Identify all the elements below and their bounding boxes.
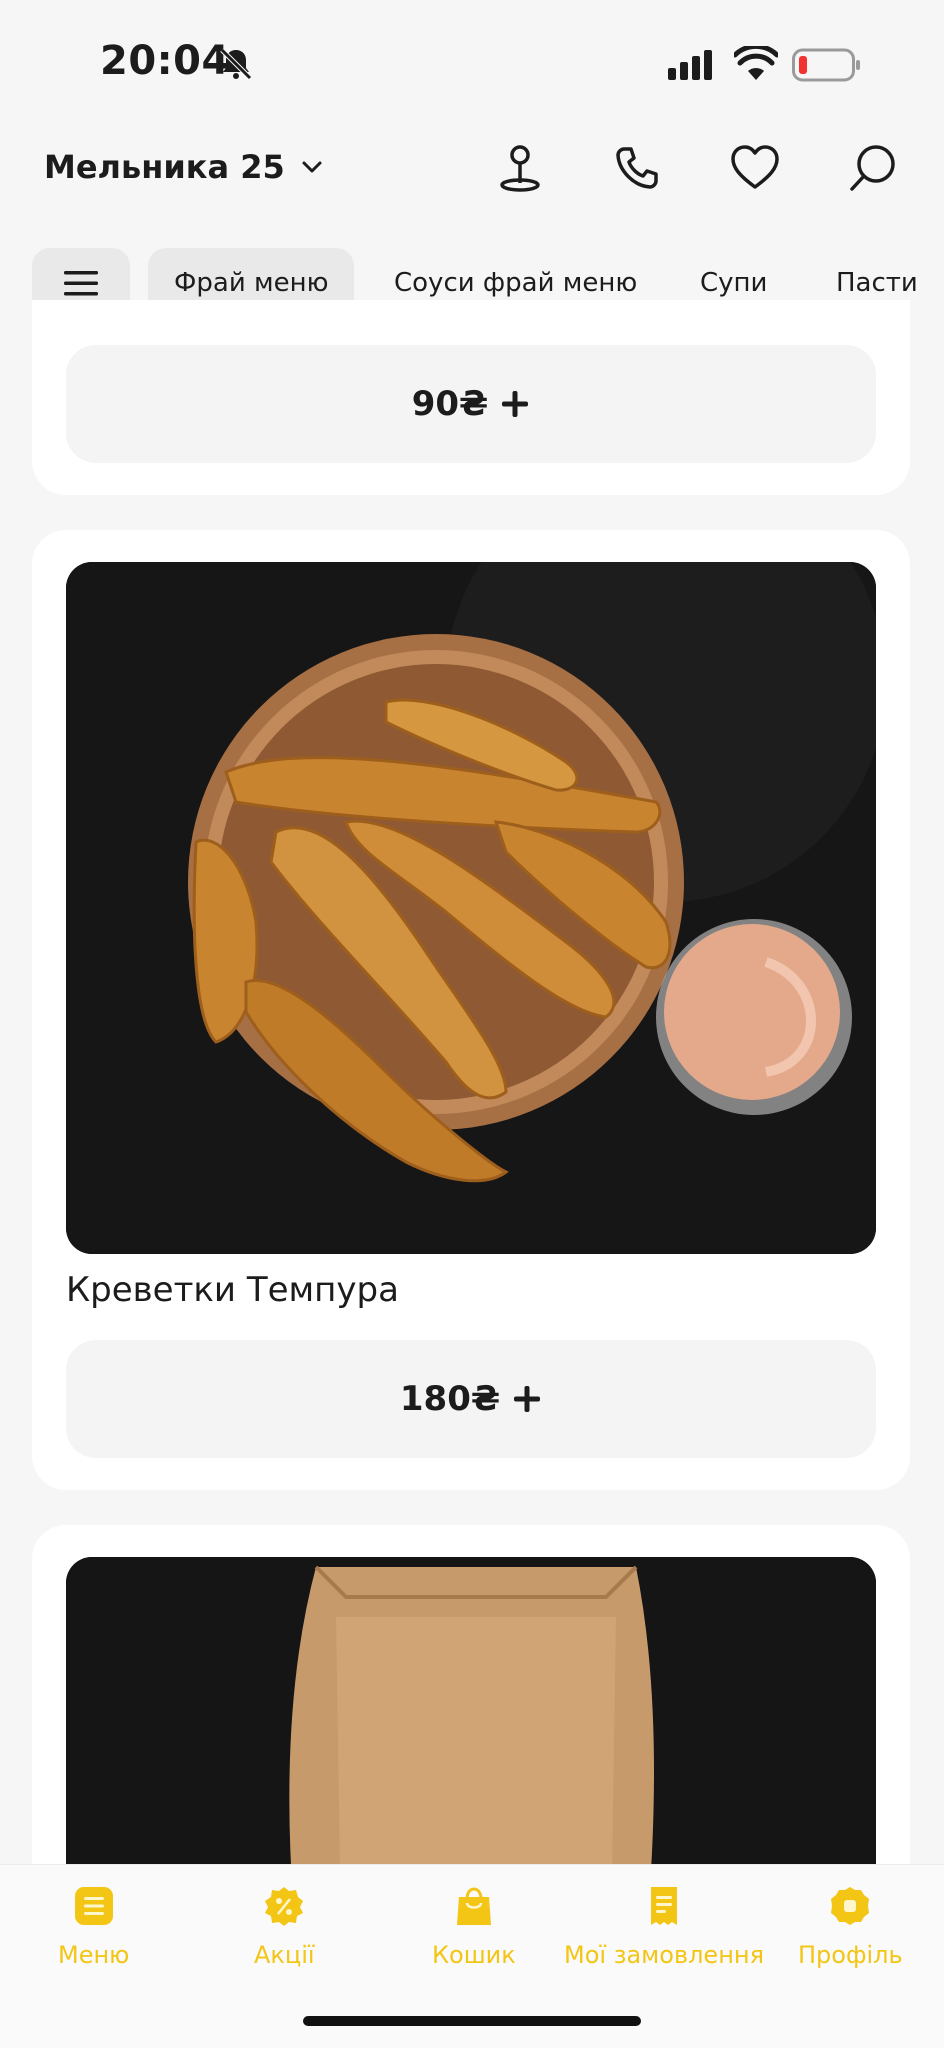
nav-promotions[interactable]: Акції (254, 1885, 315, 1969)
plus-icon (502, 391, 529, 417)
product-name: Креветки Темпура (66, 1270, 399, 1310)
status-bar: 20:04 (0, 0, 944, 120)
search-button[interactable] (843, 138, 903, 198)
nav-profile[interactable]: Профіль (798, 1885, 903, 1969)
cellular-signal-icon (668, 50, 712, 80)
nav-promotions-label: Акції (254, 1941, 315, 1969)
location-pin-button[interactable] (490, 138, 550, 198)
nav-orders-label: Мої замовлення (564, 1941, 765, 1969)
search-icon (850, 145, 895, 191)
home-indicator (303, 2016, 641, 2026)
product-photo (66, 562, 876, 1254)
chevron-down-icon (302, 161, 322, 173)
nav-menu[interactable]: Меню (58, 1885, 129, 1969)
add-to-cart-button[interactable]: 180₴ (66, 1340, 876, 1458)
discount-badge-icon (265, 1887, 304, 1926)
bell-muted-icon (220, 48, 252, 80)
nav-menu-label: Меню (58, 1941, 130, 1969)
product-card[interactable]: Креветки Темпура 180₴ (32, 530, 910, 1490)
nav-cart-label: Кошик (432, 1941, 516, 1969)
wifi-icon (734, 46, 778, 80)
app-header: Мельника 25 (0, 120, 944, 230)
hamburger-icon (64, 271, 98, 296)
address-label: Мельника 25 (44, 148, 285, 186)
nav-profile-label: Профіль (798, 1941, 903, 1969)
profile-badge-icon (831, 1887, 870, 1925)
nav-cart[interactable]: Кошик (432, 1885, 516, 1969)
battery-low-icon (792, 48, 860, 82)
map-pin-icon (500, 145, 540, 192)
tempura-shrimp-image (66, 562, 876, 1254)
heart-icon (731, 145, 779, 189)
shopping-bag-icon (456, 1887, 491, 1925)
phone-icon (616, 147, 658, 189)
plus-icon (514, 1386, 541, 1412)
add-to-cart-button[interactable]: 90₴ (66, 345, 876, 463)
product-card: 90₴ (32, 300, 910, 495)
receipt-icon (651, 1887, 677, 1925)
call-button[interactable] (607, 138, 667, 198)
status-time: 20:04 (100, 38, 230, 84)
price-label: 180₴ (399, 1379, 501, 1419)
nav-orders[interactable]: Мої замовлення (564, 1885, 764, 1969)
address-selector[interactable]: Мельника 25 (44, 148, 325, 186)
price-label: 90₴ (411, 384, 489, 424)
favorites-button[interactable] (725, 138, 785, 198)
menu-list-icon (74, 1887, 113, 1925)
